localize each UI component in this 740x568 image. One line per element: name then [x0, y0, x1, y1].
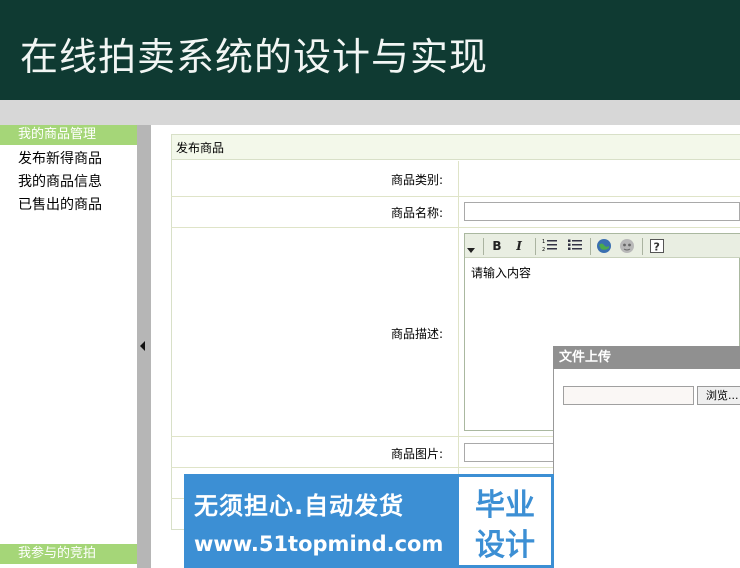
italic-button[interactable]: I [511, 238, 527, 255]
sidebar-item-sold-goods[interactable]: 已售出的商品 [18, 194, 102, 216]
insert-emoticon-icon[interactable] [618, 238, 636, 255]
ad-banner-badge-line2: 设计 [475, 528, 535, 563]
header-strip [0, 100, 740, 125]
name-label: 商品名称: [390, 206, 443, 220]
insert-image-icon[interactable] [595, 238, 613, 255]
form-row-divider [171, 196, 740, 197]
toolbar-separator [535, 238, 536, 255]
ad-banner-slogan: 无须担心.自动发货 [194, 492, 405, 520]
ad-banner-badge-line1: 毕业 [475, 488, 535, 523]
form-row-divider [171, 227, 740, 228]
app-title: 在线拍卖系统的设计与实现 [20, 35, 489, 79]
browse-button[interactable]: 浏览... [697, 386, 740, 405]
toolbar-separator [483, 238, 484, 255]
description-label: 商品描述: [390, 327, 443, 341]
ordered-list-icon[interactable]: 12 [541, 238, 559, 255]
sidebar-item-my-goods-info[interactable]: 我的商品信息 [18, 171, 102, 193]
svg-text:?: ? [653, 241, 659, 254]
sidebar-section-my-bids[interactable]: 我参与的竞拍 [0, 544, 137, 564]
unordered-list-icon[interactable] [566, 238, 584, 255]
image-label: 商品图片: [390, 447, 443, 461]
ad-banner-url[interactable]: www.51topmind.com [194, 532, 443, 556]
upload-dialog-title: 文件上传 [553, 346, 740, 369]
goods-name-input[interactable] [464, 202, 740, 221]
sidebar-item-publish-goods[interactable]: 发布新得商品 [18, 148, 102, 170]
toolbar-separator [590, 238, 591, 255]
sidebar: 我的商品管理 发布新得商品 我的商品信息 已售出的商品 我参与的竞拍 [0, 125, 137, 568]
editor-content[interactable]: 请输入内容 [471, 264, 531, 281]
sidebar-section-my-goods[interactable]: 我的商品管理 [0, 125, 137, 145]
category-label: 商品类别: [390, 173, 443, 187]
form-title: 发布商品 [171, 134, 740, 160]
bold-button[interactable]: B [489, 238, 505, 255]
toolbar-separator [642, 238, 643, 255]
toolbar-collapse-icon[interactable] [467, 248, 475, 253]
upload-dialog [553, 346, 740, 568]
svg-text:1: 1 [542, 239, 545, 245]
svg-text:2: 2 [542, 247, 545, 252]
goods-image-input[interactable] [464, 443, 554, 462]
file-path-input[interactable] [563, 386, 694, 405]
help-icon[interactable]: ? [648, 238, 665, 255]
collapse-arrow-icon[interactable] [140, 341, 145, 351]
